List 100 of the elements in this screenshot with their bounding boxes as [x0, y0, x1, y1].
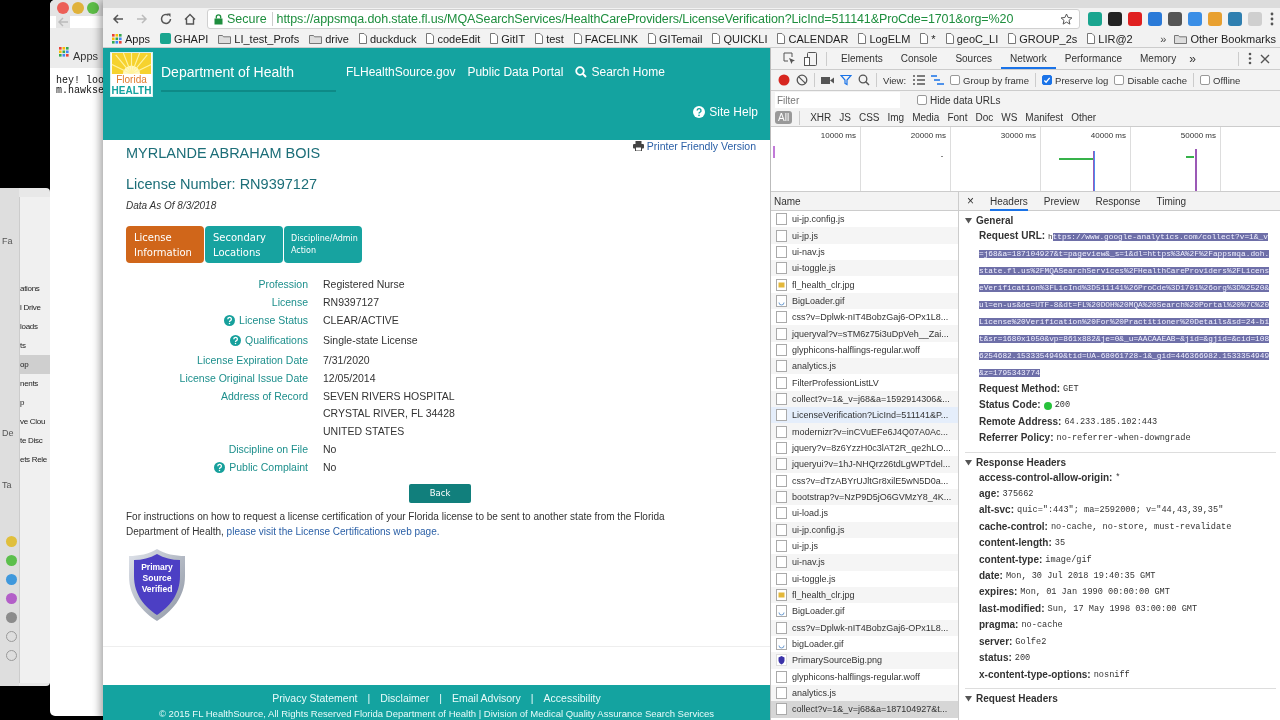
request-row[interactable]: analytics.js	[771, 358, 958, 375]
section-header[interactable]: General	[965, 213, 1276, 228]
checkbox-option[interactable]: Offline	[1200, 74, 1241, 86]
type-filter[interactable]: Manifest	[1022, 111, 1067, 124]
bookmark-link[interactable]: LIR@2	[1087, 32, 1133, 45]
bookmark-link[interactable]: codeEdit	[426, 32, 481, 45]
bookmark-link[interactable]: LogELM	[858, 32, 911, 45]
search-icon[interactable]	[858, 74, 870, 86]
camera-icon[interactable]	[821, 75, 834, 85]
bookmark-link[interactable]: Apps	[73, 50, 99, 62]
sidebar-item[interactable]: ve Clou	[20, 412, 50, 431]
sidebar-item[interactable]: ts	[20, 336, 50, 355]
request-row[interactable]: ui-toggle.js	[771, 260, 958, 277]
devtools-tab[interactable]: Memory	[1131, 48, 1186, 69]
checkbox-option[interactable]: Disable cache	[1114, 74, 1188, 86]
request-row[interactable]: collect?v=1&_v=j68&a=187104927&t...	[771, 701, 958, 718]
checkbox-option[interactable]: Hide data URLs	[917, 94, 1001, 106]
help-icon[interactable]	[229, 335, 241, 347]
star-icon[interactable]	[1060, 12, 1073, 26]
home-icon[interactable]	[183, 12, 197, 26]
bookmark-link[interactable]: drive	[309, 32, 349, 45]
sidebar-item[interactable]: te Disc	[20, 431, 50, 450]
type-filter[interactable]: Img	[884, 111, 908, 124]
extension-icon[interactable]	[1108, 12, 1122, 26]
section-header[interactable]: Request Headers	[965, 690, 1276, 706]
more-tabs-button[interactable]: »	[1185, 51, 1200, 66]
request-row[interactable]: jqueryval?v=sTM6z75i3uDpVeh__Zai...	[771, 325, 958, 342]
request-row[interactable]: LicenseVerification?LicInd=511141&P...	[771, 407, 958, 424]
request-row[interactable]: modernizr?v=inCVuEFe6J4Q07A0Ac...	[771, 423, 958, 440]
extension-icon[interactable]	[1148, 12, 1162, 26]
bookmark-link[interactable]: test	[535, 32, 564, 45]
sidebar-item[interactable]: p	[20, 393, 50, 412]
inspect-icon[interactable]	[783, 52, 796, 65]
bookmark-link[interactable]: GitIT	[490, 32, 526, 45]
bookmark-link[interactable]: duckduck	[359, 32, 417, 45]
sidebar-item[interactable]: loads	[20, 317, 50, 336]
close-button[interactable]: ×	[967, 194, 974, 208]
bookmark-link[interactable]: geoC_LI	[945, 32, 999, 45]
list-view-icon[interactable]	[913, 75, 926, 85]
bookmark-link[interactable]: LI_test_Profs	[218, 32, 300, 45]
devtools-tab[interactable]: Elements	[832, 48, 892, 69]
type-filter[interactable]: WS	[998, 111, 1021, 124]
detail-tab[interactable]: Response	[1095, 192, 1141, 211]
bookmark-link[interactable]: *	[920, 32, 936, 45]
extension-icon[interactable]	[1168, 12, 1182, 26]
checkbox-option[interactable]: Preserve log	[1042, 74, 1109, 86]
bookmark-folder[interactable]: Other Bookmarks	[1174, 32, 1276, 45]
bookmark-link[interactable]: FACELINK	[573, 32, 639, 45]
address-bar[interactable]: Secure https://appsmqa.doh.state.fl.us/MQASearchServices/HealthCareProviders/LicenseVerification?LicInd=511141&ProCde=1701&org=%20	[207, 9, 1080, 29]
bookmark-link[interactable]: GROUP_2s	[1008, 32, 1078, 45]
window-control-icon[interactable]	[72, 2, 84, 14]
close-icon[interactable]	[1260, 53, 1270, 64]
section-header[interactable]: Response Headers	[965, 454, 1276, 470]
detail-tab[interactable]: Preview	[1043, 192, 1080, 211]
type-filter[interactable]: Other	[1068, 111, 1100, 124]
request-row[interactable]: jqueryui?v=1hJ-NHQrz26tdLgWPTdel...	[771, 456, 958, 473]
bookmark-link[interactable]: Apps	[112, 32, 151, 45]
type-filter[interactable]: CSS	[855, 111, 883, 124]
filter-field[interactable]: Filter	[775, 92, 900, 108]
reload-icon[interactable]	[159, 12, 173, 26]
tag-dot[interactable]	[6, 612, 17, 623]
record-icon[interactable]	[778, 74, 790, 86]
sidebar-item[interactable]: ets Rele	[20, 450, 50, 469]
extension-icon[interactable]	[1228, 12, 1242, 26]
tag-dot[interactable]	[6, 555, 17, 566]
checkbox-option[interactable]: Group by frame	[950, 74, 1030, 86]
back-button[interactable]: Back	[409, 483, 471, 503]
tag-dot[interactable]	[6, 593, 17, 604]
detail-tab[interactable]: Headers	[990, 192, 1028, 211]
window-control-icon[interactable]	[87, 2, 99, 14]
menu-icon[interactable]	[1270, 12, 1274, 26]
filter-icon[interactable]	[840, 74, 852, 86]
type-filter[interactable]: Media	[909, 111, 943, 124]
devtools-tab[interactable]: Console	[891, 48, 947, 69]
tag-dot[interactable]	[6, 574, 17, 585]
type-filter[interactable]: Doc	[972, 111, 997, 124]
menu-icon[interactable]	[1248, 52, 1252, 65]
tag-dot[interactable]	[6, 536, 17, 547]
printer-friendly-link[interactable]: Printer Friendly Version	[632, 140, 756, 152]
clear-icon[interactable]	[796, 74, 808, 86]
sidebar-item[interactable]: op	[20, 355, 50, 374]
bookmark-link[interactable]: GHAPI	[160, 32, 209, 45]
extension-icon[interactable]	[1128, 12, 1142, 26]
forward-arrow-icon[interactable]	[135, 12, 149, 26]
back-arrow-icon[interactable]	[111, 12, 125, 26]
window-control-icon[interactable]	[57, 2, 69, 14]
bookmark-link[interactable]: CALENDAR	[777, 32, 849, 45]
more-bookmarks-button[interactable]: »	[1160, 32, 1167, 45]
devtools-tab[interactable]: Sources	[946, 48, 1002, 69]
request-row[interactable]: ui-jp.js	[771, 227, 958, 244]
request-row[interactable]: PrimarySourceBig.png	[771, 652, 958, 669]
device-icon[interactable]	[804, 51, 817, 66]
devtools-tab[interactable]: Performance	[1055, 48, 1131, 69]
bookmark-link[interactable]: QUICKLI	[712, 32, 768, 45]
waterfall-view-icon[interactable]	[931, 75, 945, 85]
help-icon[interactable]	[224, 315, 236, 326]
request-row[interactable]: ui-nav.js	[771, 554, 958, 571]
sidebar-item[interactable]: nents	[20, 374, 50, 393]
certifications-link[interactable]: please visit the License Certifications web page.	[226, 526, 440, 538]
type-filter[interactable]: JS	[836, 111, 854, 124]
